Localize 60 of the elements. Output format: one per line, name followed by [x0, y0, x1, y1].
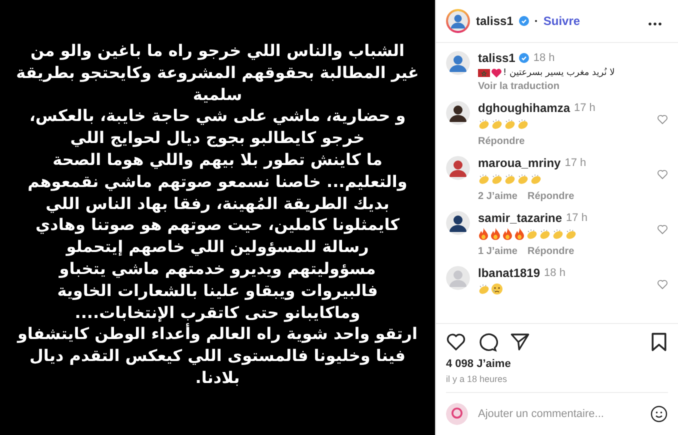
- clapping-hands-icon: [552, 228, 564, 240]
- clapping-hands-icon: [517, 118, 529, 130]
- clapping-hands-icon: [565, 228, 577, 240]
- comment-time: 18 h: [544, 267, 566, 279]
- flag-icon: [478, 69, 490, 77]
- comment-time: 17 h: [564, 157, 586, 169]
- clapping-hands-icon: [526, 228, 538, 240]
- post-text-line: ما كاينش تطور بلا بيهم واللي هوما الصحة: [52, 148, 382, 171]
- clapping-hands-icon: [504, 173, 516, 185]
- post-text-line: ارتقو واحد شوية راه العالم وأعداء الوطن كايتشفاو: [17, 323, 418, 346]
- comment-time: 17 h: [574, 102, 596, 114]
- clapping-hands-icon: [517, 173, 529, 185]
- avatar[interactable]: [446, 101, 470, 125]
- fire-icon: [490, 228, 501, 240]
- post-text-line: وماكايبانو حتى كاتقرب الإنتخابات....: [74, 302, 360, 323]
- username[interactable]: taliss1: [476, 14, 514, 28]
- clapping-hands-icon: [491, 118, 503, 130]
- avatar[interactable]: [446, 211, 470, 235]
- clapping-hands-icon: [504, 118, 516, 130]
- follow-button[interactable]: Suivre: [543, 14, 580, 28]
- username[interactable]: lbanat1819: [478, 266, 540, 280]
- heart-icon: [491, 68, 502, 78]
- clapping-hands-icon: [478, 173, 490, 185]
- crying-face-icon: [491, 283, 503, 295]
- comment-icon[interactable]: [478, 332, 498, 352]
- post-time: il y a 18 heures: [446, 374, 508, 384]
- clapping-hands-icon: [478, 118, 490, 130]
- post-text-line: مسؤوليتهم ويديرو خدمتهم ماشي يتخباو: [59, 258, 376, 280]
- clapping-hands-icon: [491, 173, 503, 185]
- username[interactable]: samir_tazarine: [478, 211, 562, 225]
- post-text-line: بلادنا.: [195, 366, 240, 389]
- post-text-line: والتعليم... خاصنا نسمعو صوتهم ماشي نقمعوهم: [28, 170, 408, 193]
- avatar: [446, 403, 468, 425]
- post-text-line: بديك الطريقة المُهينة، رفقا بهاد الناس اللي: [46, 192, 390, 214]
- emoji-icon[interactable]: [650, 405, 668, 423]
- fire-icon: [514, 228, 525, 240]
- caption-text: لا نُريد مغرب يسير بسرعتين !: [503, 68, 615, 78]
- send-icon[interactable]: [510, 332, 530, 352]
- like-icon[interactable]: [446, 332, 466, 352]
- fire-icon: [478, 228, 489, 240]
- comment-time: 17 h: [566, 212, 588, 224]
- bookmark-icon[interactable]: [650, 332, 668, 352]
- post-text-line: رسالة للمسؤولين اللي خاصهم إيتحملو: [66, 236, 369, 258]
- fire-icon: [502, 228, 513, 240]
- post-text-line: غير المطالبة بحقوقهم المشروعة وكايحتجو بطريقة: [16, 62, 419, 84]
- username[interactable]: maroua_mriny: [478, 156, 561, 170]
- post-text-line: فالبيروات ويبقاو علينا بالشعارات الخاوية: [57, 280, 378, 302]
- post-text-line: كايمثلونا كاملين، حيت صوتهم هو صوتنا وهادي: [35, 214, 400, 236]
- comment-time: 18 h: [533, 52, 555, 64]
- username[interactable]: taliss1: [478, 51, 516, 65]
- likes-count[interactable]: 4 098 J’aime: [446, 358, 668, 370]
- post-text-line: خرجو كايطالبو بجوج ديال لحوايج اللي: [70, 127, 365, 149]
- username[interactable]: dghoughihamza: [478, 101, 570, 115]
- clapping-hands-icon: [478, 283, 490, 295]
- clapping-hands-icon: [530, 173, 542, 185]
- post-text-line: فينا وخليونا فالمستوى اللي كيعكس التقدم ديال: [30, 345, 406, 367]
- post-text-line: الشباب والناس اللي خرجو راه ما باغين والو من: [30, 40, 404, 62]
- post-text-line: سلمية: [192, 84, 242, 106]
- post-text-line: و حضارية، ماشي على شي حاجة خايبة، بالعكس،: [29, 105, 406, 128]
- clapping-hands-icon: [539, 228, 551, 240]
